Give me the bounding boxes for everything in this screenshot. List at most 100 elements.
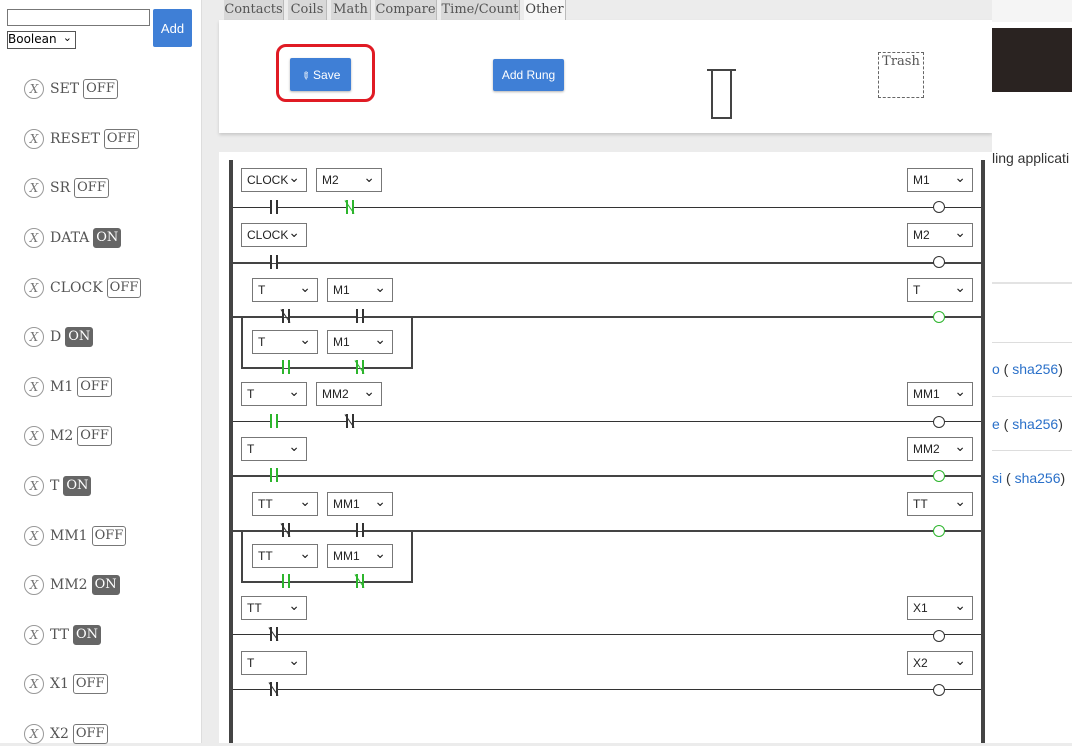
variable-toggle[interactable]: OFF	[106, 278, 142, 298]
variable-toggle[interactable]: OFF	[74, 178, 109, 198]
coil-icon	[933, 256, 945, 268]
variable-toggle[interactable]: ON	[93, 228, 122, 248]
variable-toggle[interactable]: ON	[65, 327, 94, 347]
delete-icon[interactable]: X	[24, 278, 44, 298]
coil-select[interactable]: TT	[907, 492, 973, 516]
variable-toggle[interactable]: OFF	[83, 79, 118, 99]
coil-select[interactable]: MM1	[907, 382, 973, 406]
contact-select[interactable]: M1	[327, 330, 393, 354]
variable-toggle[interactable]: OFF	[72, 724, 108, 744]
nc-contact-icon	[280, 309, 292, 323]
add-variable-button[interactable]: Add	[153, 9, 192, 47]
contact-select[interactable]: TT	[252, 544, 318, 568]
tab-other[interactable]: Other	[524, 0, 566, 20]
ladder-diagram	[219, 152, 992, 743]
variable-type-select[interactable]: Boolean ⌄	[7, 31, 76, 49]
tab-coils[interactable]: Coils	[288, 0, 327, 20]
delete-icon[interactable]: X	[24, 426, 44, 446]
tab-math[interactable]: Math	[331, 0, 371, 20]
contact-select[interactable]: TT	[241, 596, 307, 620]
background-link[interactable]: e	[992, 416, 1000, 432]
contact-select[interactable]: CLOCK	[241, 223, 307, 247]
rung-wire	[233, 634, 981, 635]
save-button[interactable]: ✎Save	[290, 58, 351, 91]
variable-toggle[interactable]: ON	[63, 476, 92, 496]
coil-icon	[933, 630, 945, 642]
delete-icon[interactable]: X	[24, 575, 44, 595]
sha256-link[interactable]: sha256	[1012, 416, 1058, 432]
tab-contacts[interactable]: Contacts	[224, 0, 284, 20]
trash-label: Trash	[882, 54, 920, 69]
variable-row: X T ON	[24, 474, 92, 498]
add-rung-button[interactable]: Add Rung	[493, 59, 564, 91]
tab-time-count[interactable]: Time/Count	[441, 0, 520, 20]
variable-row: X DATA ON	[24, 226, 122, 250]
no-contact-icon	[354, 523, 366, 537]
delete-icon[interactable]: X	[24, 526, 44, 546]
contact-select[interactable]: T	[241, 437, 307, 461]
right-power-rail	[981, 160, 985, 743]
background-link[interactable]: si	[992, 470, 1002, 486]
nc-contact-icon	[280, 523, 292, 537]
sha256-link[interactable]: sha256	[1015, 470, 1061, 486]
variable-row: X MM1 OFF	[24, 524, 127, 548]
contact-select[interactable]: CLOCK	[241, 168, 307, 192]
coil-select[interactable]: X2	[907, 651, 973, 675]
branch-wire	[241, 367, 413, 369]
no-contact-icon	[268, 255, 280, 269]
delete-icon[interactable]: X	[24, 178, 44, 198]
background-link[interactable]: o	[992, 361, 1000, 377]
coil-icon	[933, 684, 945, 696]
variable-toggle[interactable]: OFF	[103, 129, 139, 149]
no-contact-icon	[268, 200, 280, 214]
delete-icon[interactable]: X	[24, 129, 44, 149]
no-contact-icon	[268, 468, 280, 482]
delete-icon[interactable]: X	[24, 377, 44, 397]
branch-wire	[241, 316, 243, 368]
variable-name: X1	[50, 676, 69, 692]
variable-row: X CLOCK OFF	[24, 276, 142, 300]
variable-toggle[interactable]: OFF	[77, 426, 112, 446]
coil-select[interactable]: M2	[907, 223, 973, 247]
variable-toggle[interactable]: OFF	[72, 674, 108, 694]
variable-row: X SR OFF	[24, 176, 109, 200]
variable-toggle[interactable]: ON	[72, 625, 101, 645]
new-variable-input[interactable]	[7, 9, 150, 26]
variable-toggle[interactable]: ON	[91, 575, 120, 595]
background-link-row: si ( sha256)	[992, 470, 1066, 486]
background-header	[992, 0, 1072, 22]
variable-row: X D ON	[24, 325, 94, 349]
contact-select[interactable]: MM1	[327, 544, 393, 568]
variable-row: X RESET OFF	[24, 127, 139, 151]
sha256-link[interactable]: sha256	[1012, 361, 1058, 377]
contact-select[interactable]: M2	[316, 168, 382, 192]
coil-select[interactable]: X1	[907, 596, 973, 620]
variable-name: RESET	[50, 131, 100, 147]
contact-select[interactable]: MM2	[316, 382, 382, 406]
coil-select[interactable]: M1	[907, 168, 973, 192]
contact-select[interactable]: TT	[252, 492, 318, 516]
delete-icon[interactable]: X	[24, 327, 44, 347]
delete-icon[interactable]: X	[24, 674, 44, 694]
tab-compare[interactable]: Compare	[375, 0, 437, 20]
variable-toggle[interactable]: OFF	[77, 377, 112, 397]
variable-toggle[interactable]: OFF	[91, 526, 127, 546]
coil-select[interactable]: T	[907, 278, 973, 302]
contact-select[interactable]: T	[241, 651, 307, 675]
trash-drop-zone[interactable]: Trash	[878, 52, 924, 98]
delete-icon[interactable]: X	[24, 476, 44, 496]
delete-icon[interactable]: X	[24, 625, 44, 645]
contact-select[interactable]: T	[252, 278, 318, 302]
delete-icon[interactable]: X	[24, 79, 44, 99]
coil-select[interactable]: MM2	[907, 437, 973, 461]
contact-select[interactable]: M1	[327, 278, 393, 302]
variable-name: MM1	[50, 528, 88, 544]
delete-icon[interactable]: X	[24, 228, 44, 248]
contact-select[interactable]: T	[241, 382, 307, 406]
branch-wire	[241, 581, 413, 583]
rung-drop-icon[interactable]	[707, 69, 736, 119]
variable-row: X M2 OFF	[24, 424, 112, 448]
contact-select[interactable]: MM1	[327, 492, 393, 516]
contact-select[interactable]: T	[252, 330, 318, 354]
delete-icon[interactable]: X	[24, 724, 44, 744]
